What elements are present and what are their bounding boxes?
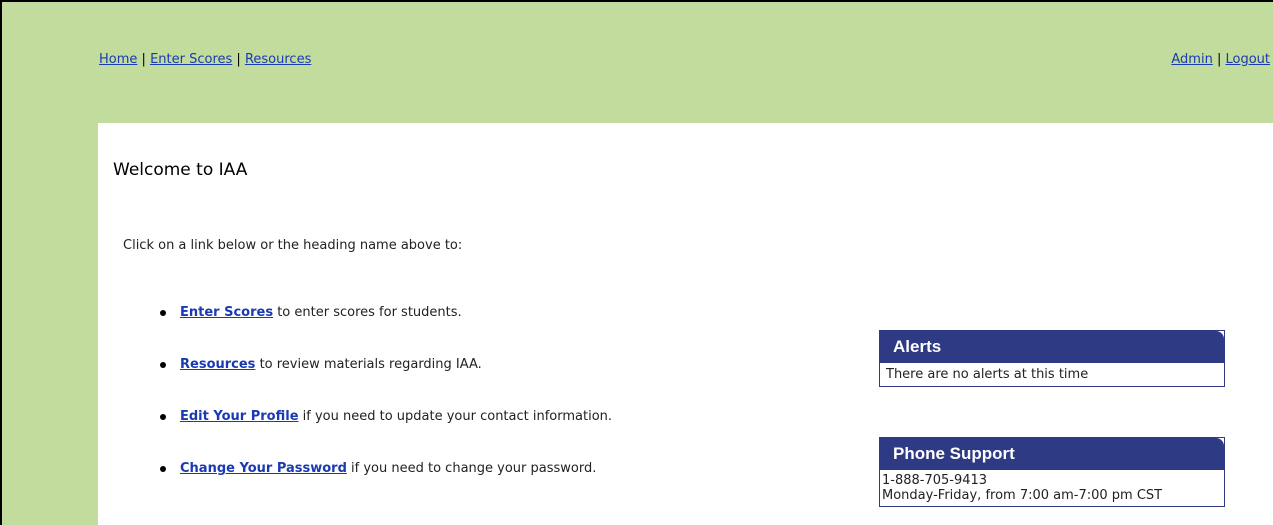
list-item: Edit Your Profile if you need to update … (158, 409, 612, 461)
link-description: to enter scores for students. (273, 305, 462, 320)
link-description: if you need to change your password. (346, 461, 597, 476)
user-nav: Admin | Logout (1171, 52, 1270, 67)
nav-separator: | (236, 52, 241, 67)
bullet-icon (160, 310, 166, 316)
edit-profile-link[interactable]: Edit Your Profile (180, 409, 299, 424)
resources-link[interactable]: Resources (180, 357, 255, 372)
nav-separator: | (1216, 52, 1222, 67)
phone-support-title: Phone Support (880, 438, 1224, 470)
nav-separator: | (141, 52, 146, 67)
nav-admin-link[interactable]: Admin (1171, 52, 1212, 67)
change-password-link[interactable]: Change Your Password (180, 461, 347, 476)
nav-resources-link[interactable]: Resources (245, 52, 311, 67)
action-links-list: Enter Scores to enter scores for student… (158, 305, 612, 513)
phone-support-box: Phone Support 1-888-705-9413 Monday-Frid… (879, 437, 1225, 507)
alerts-message: There are no alerts at this time (886, 367, 1089, 382)
phone-support-body: 1-888-705-9413 Monday-Friday, from 7:00 … (880, 470, 1224, 506)
alerts-title: Alerts (880, 331, 1224, 363)
bullet-icon (160, 362, 166, 368)
link-description: if you need to update your contact infor… (298, 409, 613, 424)
nav-home-link[interactable]: Home (99, 52, 137, 67)
main-nav: Home | Enter Scores | Resources (99, 52, 311, 67)
nav-logout-link[interactable]: Logout (1225, 52, 1270, 67)
content-panel: Welcome to IAA Click on a link below or … (98, 123, 1273, 525)
enter-scores-link[interactable]: Enter Scores (180, 305, 273, 320)
list-item: Resources to review materials regarding … (158, 357, 612, 409)
intro-text: Click on a link below or the heading nam… (123, 238, 463, 253)
alerts-box: Alerts There are no alerts at this time (879, 330, 1225, 387)
phone-number: 1-888-705-9413 (882, 473, 988, 488)
bullet-icon (160, 466, 166, 472)
link-description: to review materials regarding IAA. (255, 357, 482, 372)
frame-border-top (0, 0, 1273, 2)
list-item: Change Your Password if you need to chan… (158, 461, 612, 513)
page-title: Welcome to IAA (113, 160, 248, 180)
list-item: Enter Scores to enter scores for student… (158, 305, 612, 357)
bullet-icon (160, 414, 166, 420)
support-hours: Monday-Friday, from 7:00 am-7:00 pm CST (882, 488, 1163, 503)
nav-enter-scores-link[interactable]: Enter Scores (150, 52, 232, 67)
frame-border-left (0, 0, 2, 525)
